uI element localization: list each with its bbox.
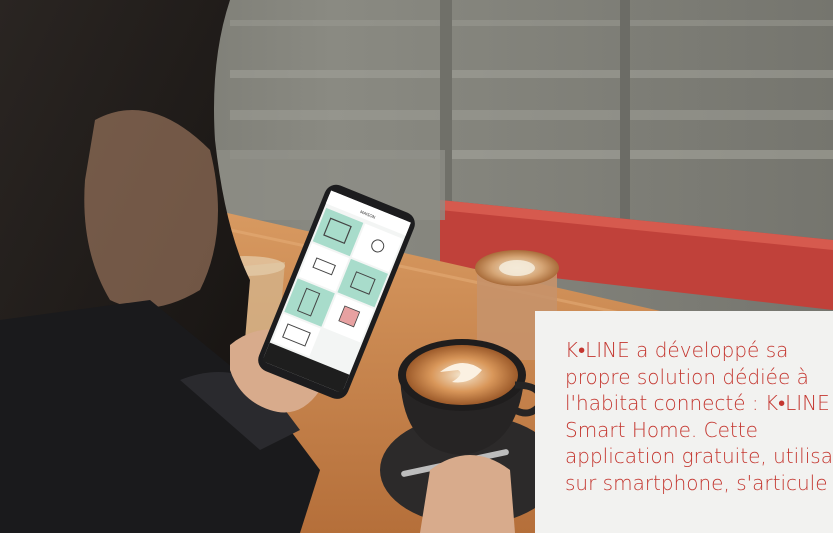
caption-line: l'habitat connecté : K•LINE xyxy=(565,391,830,415)
caption-box: K•LINE a développé sa propre solution dé… xyxy=(535,311,833,533)
caption-line: application gratuite, utilisable xyxy=(565,444,833,468)
caption-line: sur smartphone, s'articule xyxy=(565,470,828,495)
caption-line: propre solution dédiée à xyxy=(565,364,809,389)
caption-line: K•LINE a développé sa xyxy=(565,338,789,362)
caption-line: Smart Home. Cette xyxy=(565,417,758,442)
